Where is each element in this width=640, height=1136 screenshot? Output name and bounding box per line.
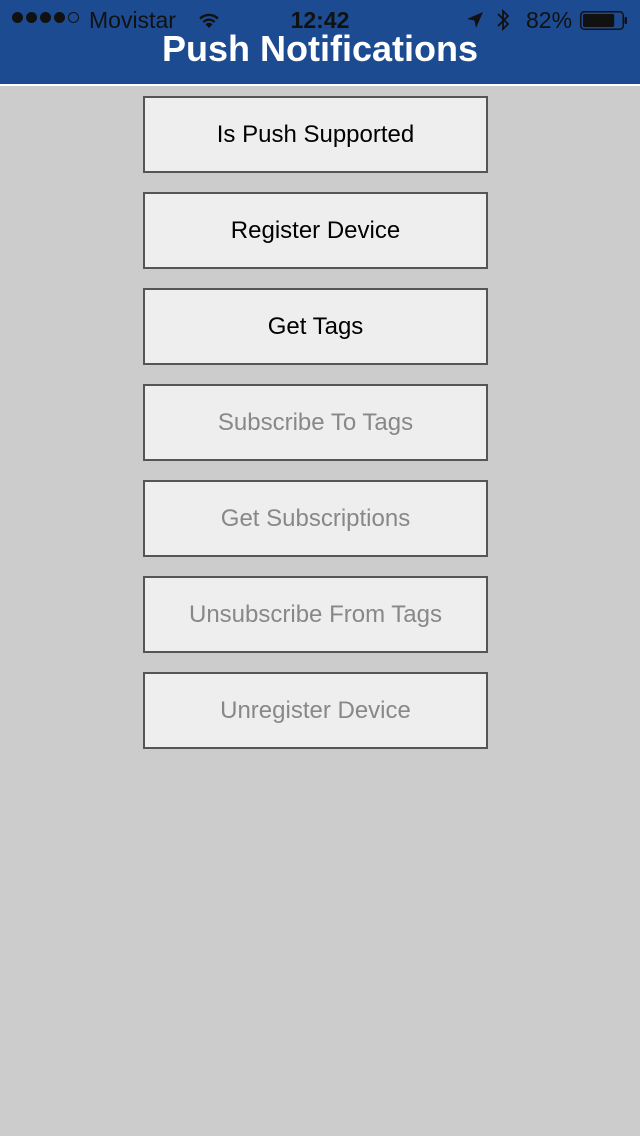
- location-arrow-icon: [467, 12, 483, 28]
- unsubscribe-from-tags-button[interactable]: Unsubscribe From Tags: [143, 576, 488, 653]
- is-push-supported-button[interactable]: Is Push Supported: [143, 96, 488, 173]
- register-device-button[interactable]: Register Device: [143, 192, 488, 269]
- subscribe-to-tags-button[interactable]: Subscribe To Tags: [143, 384, 488, 461]
- page-title: Push Notifications: [161, 28, 479, 69]
- action-button-list: Is Push Supported Register Device Get Ta…: [143, 96, 488, 768]
- get-subscriptions-button[interactable]: Get Subscriptions: [143, 480, 488, 557]
- app-header: Movistar 12:42 82% Push Notifications: [0, 0, 640, 86]
- get-tags-button[interactable]: Get Tags: [143, 288, 488, 365]
- unregister-device-button[interactable]: Unregister Device: [143, 672, 488, 749]
